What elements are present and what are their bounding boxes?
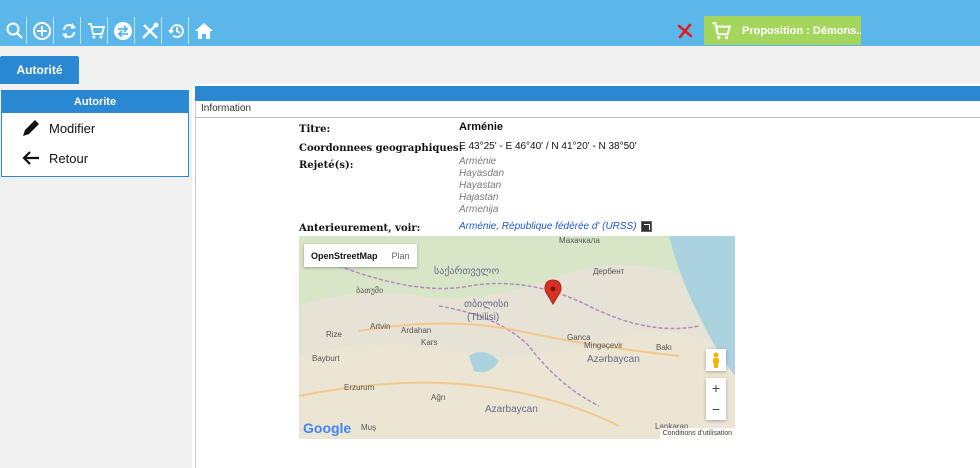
see-link-text: Arménie, République fédérée d' (URSS) [459, 221, 637, 232]
swap-button[interactable] [111, 17, 135, 44]
refresh-icon [61, 22, 76, 39]
map-label: ბათუმი [356, 286, 384, 295]
arrow-left-icon [22, 151, 39, 165]
map-label: Махачкала [559, 236, 600, 245]
pencil-icon [23, 120, 39, 136]
pegman-icon [713, 352, 719, 368]
cart-icon [712, 21, 732, 39]
map-label: Mingəçevir [584, 341, 623, 350]
sidebar-item-label: Modifier [49, 120, 96, 136]
map-label: Rize [326, 330, 343, 339]
sidebar-item-modifier[interactable]: Modifier [2, 113, 188, 143]
map-terms-link[interactable]: Conditions d'utilisation [659, 428, 735, 439]
sidebar-panel: Autorite Modifier Retour [1, 90, 189, 177]
zoom-in-button[interactable]: + [712, 378, 720, 399]
coords-value: E 43°25' - E 46°40' / N 41°20' - N 38°50… [459, 141, 637, 152]
home-icon [195, 22, 213, 39]
section-title: Information [195, 101, 980, 118]
toolbar-strip [0, 0, 980, 15]
rejected-label: Rejeté(s): [299, 160, 354, 171]
rejected-list: Arménie Hayasdan Hayastan Hajastan Armen… [459, 156, 504, 216]
list-item: Hayastan [459, 180, 502, 191]
history-button[interactable] [165, 17, 189, 44]
external-link-icon[interactable] [640, 221, 652, 232]
map-label: Bayburt [312, 354, 340, 363]
swap-icon [113, 21, 132, 40]
sidebar-item-retour[interactable]: Retour [2, 143, 188, 173]
map-label: Ağrı [431, 393, 446, 402]
map-label: Дербент [593, 267, 625, 276]
street-view-pegman[interactable] [706, 349, 726, 371]
zoom-control: + − [706, 378, 726, 420]
main-header-bar [195, 86, 980, 101]
tools-button[interactable] [138, 17, 162, 44]
map-label: თბილისი [464, 299, 509, 310]
map-label: Ardahan [401, 326, 432, 335]
list-item: Armenija [459, 204, 499, 215]
sidebar-item-label: Retour [49, 150, 89, 166]
map-label: Erzurum [344, 383, 375, 392]
map-label: Azarbaycan [485, 404, 538, 415]
map-type-control[interactable]: OpenStreetMap Plan [304, 244, 417, 267]
map-label: Artvin [370, 322, 391, 331]
list-item: Arménie [459, 156, 497, 167]
map-label: (Tbilisi) [467, 312, 500, 323]
see-link[interactable]: Arménie, République fédérée d' (URSS) [459, 221, 652, 232]
add-circle-icon [32, 21, 51, 40]
coords-label: Coordonnees geographiques: [299, 143, 463, 154]
tab-row [0, 46, 980, 84]
proposition-label: Proposition : Démons... [742, 24, 861, 37]
google-logo: Google [303, 420, 352, 436]
search-icon [6, 22, 23, 39]
list-item: Hajastan [459, 192, 499, 203]
map[interactable]: OpenStreetMap Plan Махачкала საქართველო … [299, 236, 735, 439]
tab-autorite[interactable]: Autorité [0, 56, 79, 84]
see-label: Anterieurement, voir: [299, 223, 421, 234]
proposition-button[interactable]: Proposition : Démons... [704, 16, 861, 45]
cart-icon [87, 22, 105, 38]
cancel-button[interactable] [673, 19, 697, 43]
tools-icon [141, 22, 158, 39]
divider [195, 101, 196, 468]
map-label: Muş [361, 423, 377, 432]
tab-label: Autorité [16, 63, 63, 77]
map-label: Kars [421, 338, 438, 347]
title-value: Arménie [459, 121, 504, 133]
refresh-button[interactable] [57, 17, 81, 44]
history-icon [167, 23, 184, 38]
map-type-plan[interactable]: Plan [385, 251, 417, 261]
top-toolbar: Proposition : Démons... [0, 0, 980, 46]
add-button[interactable] [30, 17, 54, 44]
cart-button[interactable] [84, 17, 108, 44]
map-label: საქართველო [434, 266, 500, 277]
map-label: Bakı [656, 343, 673, 352]
search-button[interactable] [3, 17, 27, 44]
zoom-out-button[interactable]: − [712, 399, 720, 420]
map-type-osm[interactable]: OpenStreetMap [304, 251, 385, 261]
sidebar-title: Autorite [2, 91, 188, 113]
close-icon [677, 23, 693, 39]
list-item: Hayasdan [459, 168, 505, 179]
title-label: Titre: [299, 124, 331, 135]
map-label: Azərbaycan [587, 354, 640, 365]
home-button[interactable] [192, 17, 216, 44]
